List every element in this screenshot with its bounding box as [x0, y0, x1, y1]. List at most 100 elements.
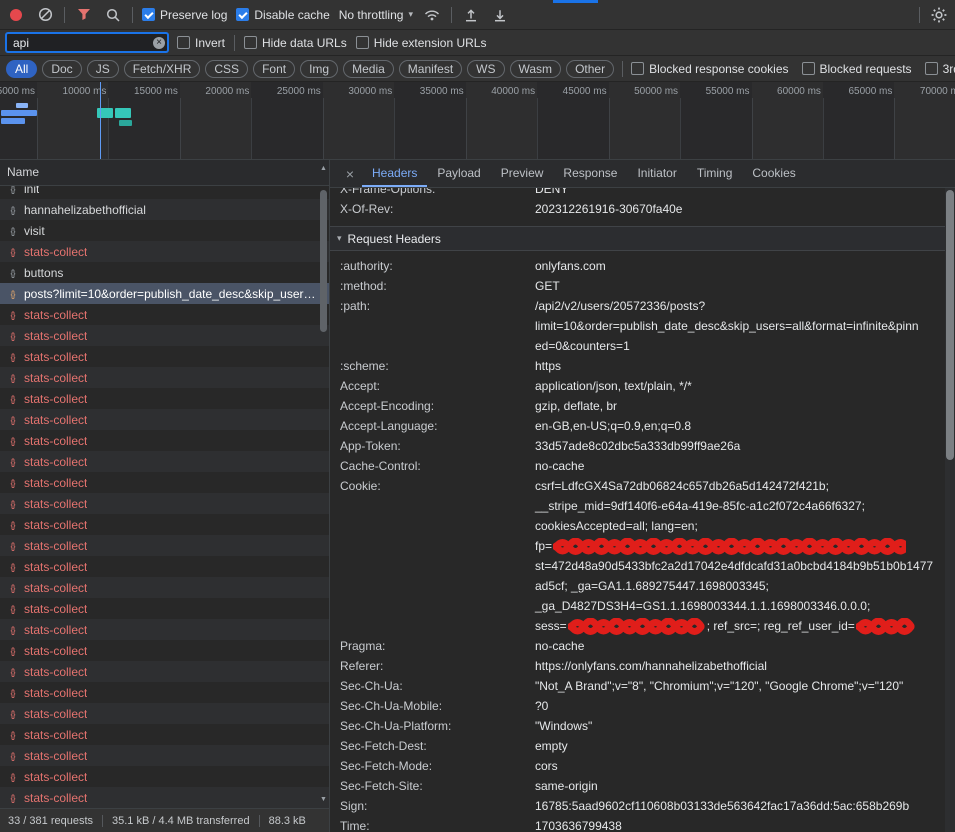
- clear-button[interactable]: [35, 5, 55, 25]
- request-row[interactable]: {}stats-collect: [0, 745, 329, 766]
- header-row: Sec-Ch-Ua-Mobile:?0: [330, 696, 955, 716]
- header-row: Pragma:no-cache: [330, 636, 955, 656]
- request-row[interactable]: {}stats-collect: [0, 367, 329, 388]
- type-chip-other[interactable]: Other: [566, 60, 614, 78]
- request-row[interactable]: {}stats-collect: [0, 535, 329, 556]
- scrollbar-thumb[interactable]: [946, 190, 954, 460]
- filter-toggle-button[interactable]: [74, 5, 94, 25]
- clear-filter-icon[interactable]: ×: [153, 37, 165, 49]
- requests-scrollbar[interactable]: ▲ ▼: [318, 160, 329, 808]
- throttling-select[interactable]: No throttling ▾: [339, 8, 413, 22]
- type-chip-img[interactable]: Img: [300, 60, 338, 78]
- request-row[interactable]: {}stats-collect: [0, 703, 329, 724]
- download-icon: [493, 8, 507, 22]
- request-row[interactable]: {}stats-collect: [0, 661, 329, 682]
- request-row[interactable]: {}stats-collect: [0, 514, 329, 535]
- request-row[interactable]: {}stats-collect: [0, 304, 329, 325]
- type-chip-manifest[interactable]: Manifest: [399, 60, 462, 78]
- request-row[interactable]: {}stats-collect: [0, 724, 329, 745]
- request-row[interactable]: {}stats-collect: [0, 493, 329, 514]
- status-divider: [259, 815, 260, 827]
- type-chip-media[interactable]: Media: [343, 60, 394, 78]
- request-headers-section-header[interactable]: ▾ Request Headers: [330, 226, 955, 251]
- filter-input[interactable]: [6, 33, 168, 52]
- details-scrollbar[interactable]: [945, 188, 955, 832]
- request-row[interactable]: {}stats-collect: [0, 556, 329, 577]
- header-name: Accept:: [340, 376, 535, 396]
- request-row[interactable]: {}stats-collect: [0, 430, 329, 451]
- hide-extension-urls-checkbox[interactable]: Hide extension URLs: [356, 36, 487, 50]
- tab-cookies[interactable]: Cookies: [742, 160, 805, 187]
- name-column-header[interactable]: Name: [0, 160, 329, 186]
- type-chip-ws[interactable]: WS: [467, 60, 504, 78]
- request-row[interactable]: {}stats-collect: [0, 577, 329, 598]
- tab-headers[interactable]: Headers: [362, 160, 427, 187]
- header-row: Sec-Fetch-Dest:empty: [330, 736, 955, 756]
- request-name: stats-collect: [24, 791, 87, 805]
- type-chip-fetch-xhr[interactable]: Fetch/XHR: [124, 60, 201, 78]
- header-name: Cookie:: [340, 476, 535, 636]
- toolbar-divider: [64, 7, 65, 23]
- header-value-line: csrf=LdfcGX4Sa72db06824c657db26a5d142472…: [535, 476, 955, 496]
- tab-initiator[interactable]: Initiator: [627, 160, 686, 187]
- type-chip-css[interactable]: CSS: [205, 60, 248, 78]
- header-value-line: https: [535, 356, 955, 376]
- settings-button[interactable]: [929, 5, 949, 25]
- download-har-button[interactable]: [490, 5, 510, 25]
- request-row[interactable]: {}stats-collect: [0, 409, 329, 430]
- type-chip-font[interactable]: Font: [253, 60, 295, 78]
- request-row[interactable]: {}stats-collect: [0, 451, 329, 472]
- request-row[interactable]: {}init: [0, 186, 329, 199]
- clear-icon: [38, 7, 53, 22]
- request-name: stats-collect: [24, 497, 87, 511]
- type-chip-wasm[interactable]: Wasm: [510, 60, 562, 78]
- request-headers-rows: :authority:onlyfans.com:method:GET:path:…: [330, 251, 955, 832]
- request-row[interactable]: {}stats-collect: [0, 346, 329, 367]
- tab-preview[interactable]: Preview: [491, 160, 554, 187]
- filter-option-3rd-party-requests[interactable]: 3rd-party requests: [925, 62, 955, 76]
- request-row[interactable]: {}visit: [0, 220, 329, 241]
- request-row[interactable]: {}stats-collect: [0, 766, 329, 787]
- request-name: stats-collect: [24, 770, 87, 784]
- type-chip-js[interactable]: JS: [87, 60, 119, 78]
- tab-timing[interactable]: Timing: [687, 160, 743, 187]
- request-row[interactable]: {}stats-collect: [0, 787, 329, 808]
- close-details-icon[interactable]: ×: [338, 166, 362, 182]
- request-row[interactable]: {}stats-collect: [0, 325, 329, 346]
- scroll-up-icon[interactable]: ▲: [318, 163, 329, 174]
- scrollbar-thumb[interactable]: [320, 190, 327, 332]
- tab-payload[interactable]: Payload: [427, 160, 490, 187]
- header-value-line: 16785:5aad9602cf110608b03133de563642fac1…: [535, 796, 955, 816]
- request-name: stats-collect: [24, 350, 87, 364]
- request-row[interactable]: {}stats-collect: [0, 472, 329, 493]
- type-chip-all[interactable]: All: [6, 60, 37, 78]
- filter-option-blocked-response-cookies[interactable]: Blocked response cookies: [631, 62, 788, 76]
- toolbar-divider: [919, 7, 920, 23]
- disable-cache-checkbox[interactable]: Disable cache: [236, 8, 329, 22]
- scroll-down-icon[interactable]: ▼: [318, 794, 329, 805]
- toolbar-divider: [234, 35, 235, 51]
- hide-data-urls-checkbox[interactable]: Hide data URLs: [244, 36, 347, 50]
- toolbar-divider: [622, 61, 623, 77]
- request-row[interactable]: {}stats-collect: [0, 640, 329, 661]
- upload-har-button[interactable]: [461, 5, 481, 25]
- preserve-log-checkbox[interactable]: Preserve log: [142, 8, 227, 22]
- request-row[interactable]: {}stats-collect: [0, 241, 329, 262]
- request-row[interactable]: {}hannahelizabethofficial: [0, 199, 329, 220]
- record-button[interactable]: [6, 5, 26, 25]
- tab-response[interactable]: Response: [553, 160, 627, 187]
- request-row[interactable]: {}buttons: [0, 262, 329, 283]
- checkbox-unchecked-icon: [356, 36, 369, 49]
- request-row[interactable]: {}stats-collect: [0, 682, 329, 703]
- filter-option-blocked-requests[interactable]: Blocked requests: [802, 62, 912, 76]
- invert-checkbox[interactable]: Invert: [177, 36, 225, 50]
- request-row[interactable]: {}stats-collect: [0, 388, 329, 409]
- header-value: empty: [535, 736, 955, 756]
- request-row[interactable]: {}posts?limit=10&order=publish_date_desc…: [0, 283, 329, 304]
- search-button[interactable]: [103, 5, 123, 25]
- request-row[interactable]: {}stats-collect: [0, 619, 329, 640]
- overview-timeline[interactable]: 5000 ms10000 ms15000 ms20000 ms25000 ms3…: [0, 82, 955, 160]
- request-row[interactable]: {}stats-collect: [0, 598, 329, 619]
- network-conditions-button[interactable]: [422, 5, 442, 25]
- type-chip-doc[interactable]: Doc: [42, 60, 81, 78]
